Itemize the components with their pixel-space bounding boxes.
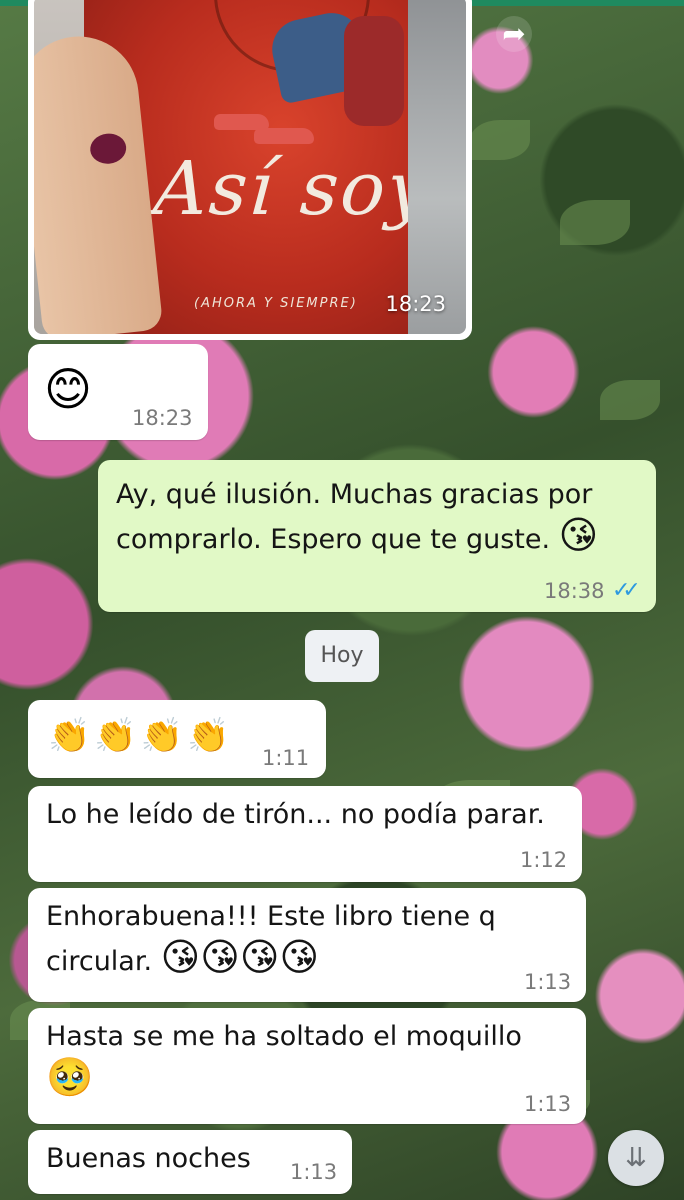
message-time: 18:38 [544, 579, 605, 603]
message-time: 1:13 [524, 970, 572, 994]
emoji: 🥹 [46, 1055, 94, 1099]
message-time: 18:23 [385, 292, 446, 316]
message-bubble-outgoing[interactable]: Ay, qué ilusión. Muchas gracias por comp… [98, 460, 656, 612]
book-subtitle: (AHORA Y SIEMPRE) [194, 296, 358, 311]
emoji: 😘 [558, 513, 599, 557]
emoji: 😊 [44, 362, 92, 416]
double-check-icon: ✓✓ [612, 578, 641, 603]
double-chevron-down-icon[interactable]: ⇊ [608, 1130, 664, 1186]
message-time: 1:13 [290, 1160, 338, 1184]
book-title: Así soy [150, 146, 434, 232]
message-bubble[interactable]: Buenas noches 1:13 [28, 1130, 352, 1194]
emoji: 👏👏👏👏 [48, 716, 234, 756]
message-bubble[interactable]: Lo he leído de tirón... no podía parar. … [28, 786, 582, 882]
message-bubble[interactable]: Enhorabuena!!! Este libro tiene q circul… [28, 888, 586, 1002]
message-time: 18:23 [132, 406, 193, 430]
message-text: Hasta se me ha soltado el moquillo [46, 1021, 522, 1052]
image-message[interactable]: Así soy (AHORA Y SIEMPRE) 18:23 [28, 0, 472, 340]
share-forward-icon[interactable]: ➦ [496, 16, 532, 52]
message-text: Ay, qué ilusión. Muchas gracias por comp… [116, 479, 593, 555]
message-bubble[interactable]: Hasta se me ha soltado el moquillo 🥹 1:1… [28, 1008, 586, 1124]
emoji: 😘😘😘😘 [160, 935, 320, 979]
message-bubble[interactable]: 😊 18:23 [28, 344, 208, 440]
message-text: Lo he leído de tirón... no podía parar. [46, 799, 545, 830]
date-separator: Hoy [305, 630, 379, 682]
book-photo[interactable]: Así soy (AHORA Y SIEMPRE) 18:23 [34, 0, 466, 334]
message-bubble[interactable]: 👏👏👏👏 1:11 [28, 700, 326, 778]
message-time: 1:12 [520, 848, 568, 872]
message-time: 1:13 [524, 1092, 572, 1116]
message-time: 1:11 [262, 746, 310, 770]
